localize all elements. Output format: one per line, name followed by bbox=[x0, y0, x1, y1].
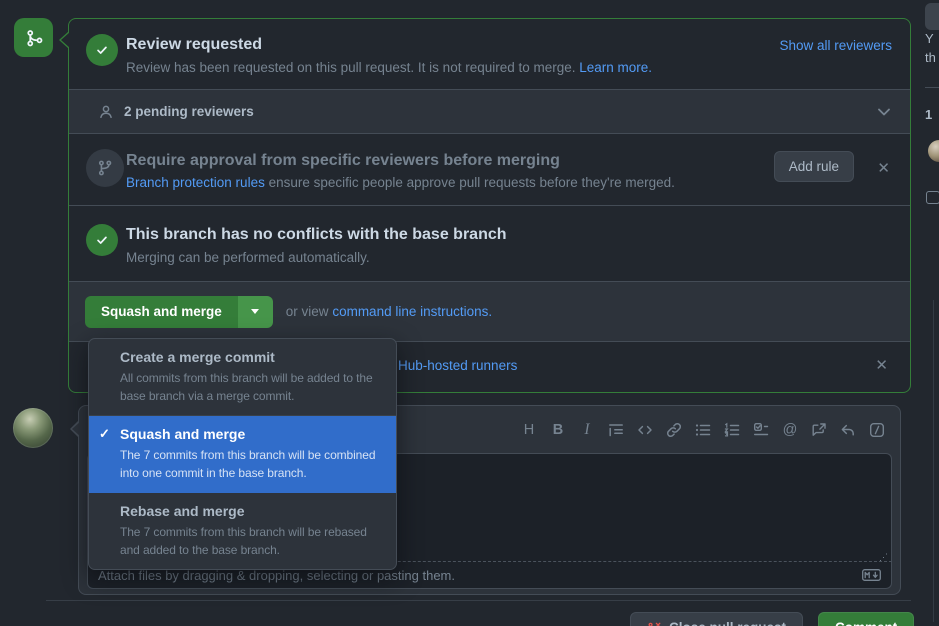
sidebar-vertical-line bbox=[933, 300, 934, 622]
mention-icon[interactable]: @ bbox=[782, 422, 798, 438]
merge-method-dropdown: ✓ Create a merge commit All commits from… bbox=[88, 338, 397, 570]
check-icon: ✓ bbox=[99, 426, 110, 442]
bold-icon[interactable]: B bbox=[550, 422, 566, 438]
sidebar-text-fragment: Y bbox=[925, 31, 934, 46]
pr-closed-icon bbox=[647, 621, 662, 626]
sidebar-text-fragment: th bbox=[925, 50, 936, 65]
dropdown-item-rebase-and-merge[interactable]: ✓ Rebase and merge The 7 commits from th… bbox=[89, 493, 396, 569]
caret-down-icon bbox=[251, 309, 259, 314]
hosted-runners-link[interactable]: Hub-hosted runners bbox=[398, 358, 517, 373]
user-avatar bbox=[13, 408, 53, 448]
dropdown-item-squash-and-merge[interactable]: ✓ Squash and merge The 7 commits from th… bbox=[89, 416, 396, 493]
add-rule-button[interactable]: Add rule bbox=[774, 151, 854, 182]
form-divider bbox=[46, 600, 911, 601]
review-requested-section: Review requested Review has been request… bbox=[69, 19, 910, 89]
no-conflicts-title: This branch has no conflicts with the ba… bbox=[126, 226, 894, 244]
list-unordered-icon[interactable] bbox=[695, 422, 711, 438]
squash-and-merge-button[interactable]: Squash and merge bbox=[85, 296, 238, 328]
quote-icon[interactable] bbox=[608, 422, 624, 438]
markdown-icon bbox=[862, 569, 881, 581]
slash-command-icon[interactable] bbox=[869, 422, 885, 438]
italic-icon[interactable]: I bbox=[579, 422, 595, 438]
cross-reference-icon[interactable] bbox=[811, 422, 827, 438]
comment-button[interactable]: Comment bbox=[818, 612, 914, 626]
git-merge-icon bbox=[24, 28, 44, 48]
person-icon bbox=[98, 104, 114, 120]
dropdown-item-create-merge-commit[interactable]: ✓ Create a merge commit All commits from… bbox=[89, 339, 396, 416]
pending-reviewers-row[interactable]: 2 pending reviewers bbox=[69, 89, 910, 134]
check-circle-icon bbox=[86, 34, 118, 66]
list-ordered-icon[interactable] bbox=[724, 422, 740, 438]
reply-icon[interactable] bbox=[840, 422, 856, 438]
dismiss-banner-icon[interactable]: ✕ bbox=[875, 356, 888, 374]
dismiss-protection-icon[interactable]: ✕ bbox=[877, 159, 890, 177]
pending-reviewers-label: 2 pending reviewers bbox=[124, 104, 254, 119]
git-branch-icon bbox=[96, 159, 114, 177]
git-branch-circle bbox=[86, 149, 124, 187]
cli-instructions-text: or view command line instructions. bbox=[286, 304, 492, 319]
show-all-reviewers-link[interactable]: Show all reviewers bbox=[779, 38, 892, 53]
no-conflicts-subtitle: Merging can be performed automatically. bbox=[126, 250, 894, 265]
check-circle-icon bbox=[86, 224, 118, 256]
command-line-instructions-link[interactable]: command line instructions. bbox=[332, 304, 492, 319]
sidebar-icon-fragment bbox=[926, 191, 939, 204]
tasklist-icon[interactable] bbox=[753, 422, 769, 438]
merge-status-box: Review requested Review has been request… bbox=[68, 18, 911, 393]
sidebar-divider bbox=[925, 87, 939, 88]
branch-protection-section: Require approval from specific reviewers… bbox=[69, 134, 910, 205]
code-icon[interactable] bbox=[637, 422, 653, 438]
heading-icon[interactable]: H bbox=[521, 422, 537, 438]
no-conflicts-section: This branch has no conflicts with the ba… bbox=[69, 205, 910, 281]
sidebar-avatar-fragment bbox=[928, 140, 939, 162]
merge-options-toggle[interactable] bbox=[238, 296, 273, 328]
link-icon[interactable] bbox=[666, 422, 682, 438]
close-pull-request-label: Close pull request bbox=[669, 613, 786, 626]
resize-handle[interactable]: ⋰ bbox=[879, 552, 888, 563]
branch-protection-rules-link[interactable]: Branch protection rules bbox=[126, 175, 265, 190]
sidebar-button-fragment[interactable] bbox=[925, 3, 939, 30]
review-requested-subtitle: Review has been requested on this pull r… bbox=[126, 60, 894, 75]
timeline-merge-badge bbox=[14, 18, 53, 57]
merge-action-bar: Squash and merge or view command line in… bbox=[69, 281, 910, 341]
squash-and-merge-button-group: Squash and merge bbox=[85, 296, 273, 328]
learn-more-link[interactable]: Learn more. bbox=[579, 60, 652, 75]
sidebar-count-fragment: 1 bbox=[925, 107, 932, 122]
close-pull-request-button[interactable]: Close pull request bbox=[630, 612, 803, 626]
pull-request-merge-page: Review requested Review has been request… bbox=[0, 0, 939, 626]
chevron-down-icon[interactable] bbox=[878, 108, 890, 116]
